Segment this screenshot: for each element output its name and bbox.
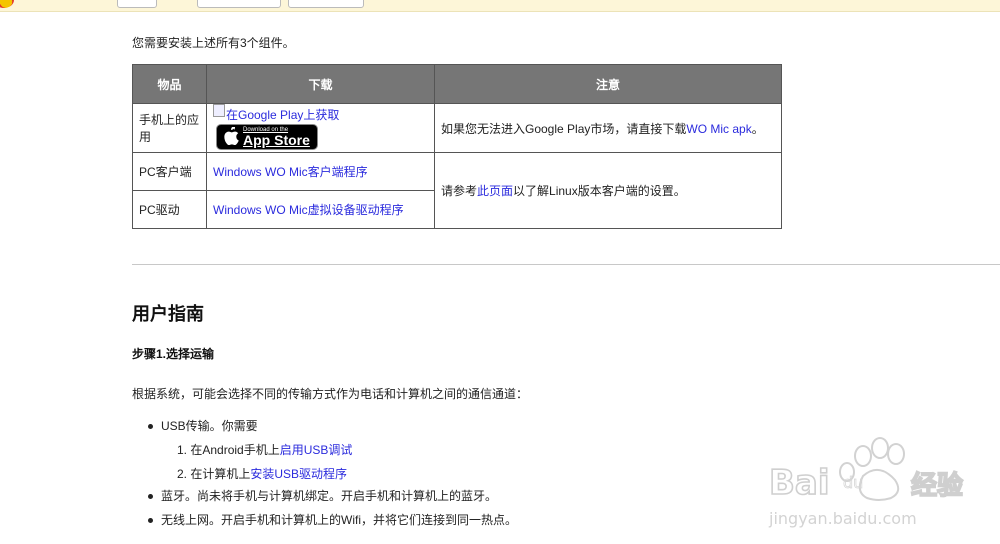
- cell-item: PC客户端: [132, 152, 207, 191]
- usb-step-prefix: 1. 在Android手机上: [177, 443, 280, 457]
- table-header-row: 物品 下载 注意: [132, 64, 782, 104]
- toolbar-field[interactable]: [197, 0, 281, 8]
- list-item-usb: USB传输。你需要 1. 在Android手机上启用USB调试 2. 在计算机上…: [132, 418, 517, 482]
- google-play-link[interactable]: 在Google Play上获取: [213, 104, 340, 123]
- google-play-alt-text: 在Google Play上获取: [226, 108, 340, 122]
- app-store-text: Download on the App Store: [243, 127, 310, 147]
- cell-item: 手机上的应用: [132, 103, 207, 153]
- app-store-badge[interactable]: Download on the App Store: [216, 124, 318, 150]
- apple-logo-icon: [223, 126, 239, 148]
- guide-intro: 根据系统，可能会选择不同的传输方式作为电话和计算机之间的通信通道：: [132, 387, 529, 401]
- svg-text:经验: 经验: [911, 470, 963, 501]
- install-usb-driver-link[interactable]: 安装USB驱动程序: [250, 467, 347, 481]
- header-download: 下载: [206, 64, 435, 104]
- table-row: PC客户端 Windows WO Mic客户端程序 请参考此页面以了解Linux…: [132, 152, 782, 229]
- app-store-big-text: App Store: [243, 132, 310, 148]
- enable-usb-debug-link[interactable]: 启用USB调试: [280, 443, 353, 457]
- windows-driver-link[interactable]: Windows WO Mic虚拟设备驱动程序: [213, 203, 404, 217]
- usb-steps: 1. 在Android手机上启用USB调试 2. 在计算机上安装USB驱动程序: [161, 442, 517, 482]
- note-prefix: 请参考: [441, 184, 478, 198]
- toolbar-button[interactable]: [288, 0, 364, 8]
- intro-text: 您需要安装上述所有3个组件。: [132, 36, 295, 50]
- step1-title: 步骤1.选择运输: [132, 347, 215, 361]
- browser-logo-icon: [0, 0, 14, 8]
- cell-note-merged: 请参考此页面以了解Linux版本客户端的设置。: [434, 152, 782, 229]
- usb-step-prefix: 2. 在计算机上: [177, 467, 251, 481]
- list-item: 2. 在计算机上安装USB驱动程序: [161, 466, 517, 482]
- note-suffix: 。: [751, 121, 764, 136]
- cell-note: 如果您无法进入Google Play市场，请直接下载WO Mic apk。: [434, 103, 782, 153]
- svg-text:du: du: [843, 473, 863, 492]
- download-table: 物品 下载 注意 手机上的应用 在Google Play上获取 Download…: [132, 64, 782, 229]
- list-item: 1. 在Android手机上启用USB调试: [161, 442, 517, 458]
- transport-list: USB传输。你需要 1. 在Android手机上启用USB调试 2. 在计算机上…: [132, 418, 517, 528]
- top-toolbar: [0, 0, 1000, 12]
- cell-download: 在Google Play上获取 Download on the App Stor…: [206, 103, 435, 153]
- section-divider: [132, 264, 1000, 265]
- note-prefix: 如果您无法进入Google Play市场，请直接下载: [441, 121, 687, 136]
- svg-text:jingyan.baidu.com: jingyan.baidu.com: [768, 509, 917, 528]
- svg-text:Bai: Bai: [769, 463, 830, 503]
- table-row: 手机上的应用 在Google Play上获取 Download on the A…: [132, 103, 782, 153]
- this-page-link[interactable]: 此页面: [477, 184, 513, 198]
- baidu-jingyan-watermark: Bai 经验 du jingyan.baidu.com: [768, 437, 964, 528]
- header-item: 物品: [132, 64, 207, 104]
- windows-client-link[interactable]: Windows WO Mic客户端程序: [213, 165, 368, 179]
- header-note: 注意: [434, 64, 782, 104]
- usb-text: USB传输。你需要: [161, 419, 258, 433]
- cell-download: Windows WO Mic虚拟设备驱动程序: [206, 190, 435, 229]
- cell-item: PC驱动: [132, 190, 207, 229]
- guide-title: 用户指南: [132, 304, 204, 324]
- wo-mic-apk-link[interactable]: WO Mic apk: [686, 122, 751, 136]
- note-suffix: 以了解Linux版本客户端的设置。: [513, 184, 686, 198]
- list-item-bluetooth: 蓝牙。尚未将手机与计算机绑定。开启手机和计算机上的蓝牙。: [132, 488, 517, 504]
- broken-image-icon: [213, 104, 225, 117]
- list-item-wifi: 无线上网。开启手机和计算机上的Wifi，并将它们连接到同一热点。: [132, 512, 517, 528]
- toolbar-field[interactable]: [117, 0, 157, 8]
- cell-download: Windows WO Mic客户端程序: [206, 152, 435, 191]
